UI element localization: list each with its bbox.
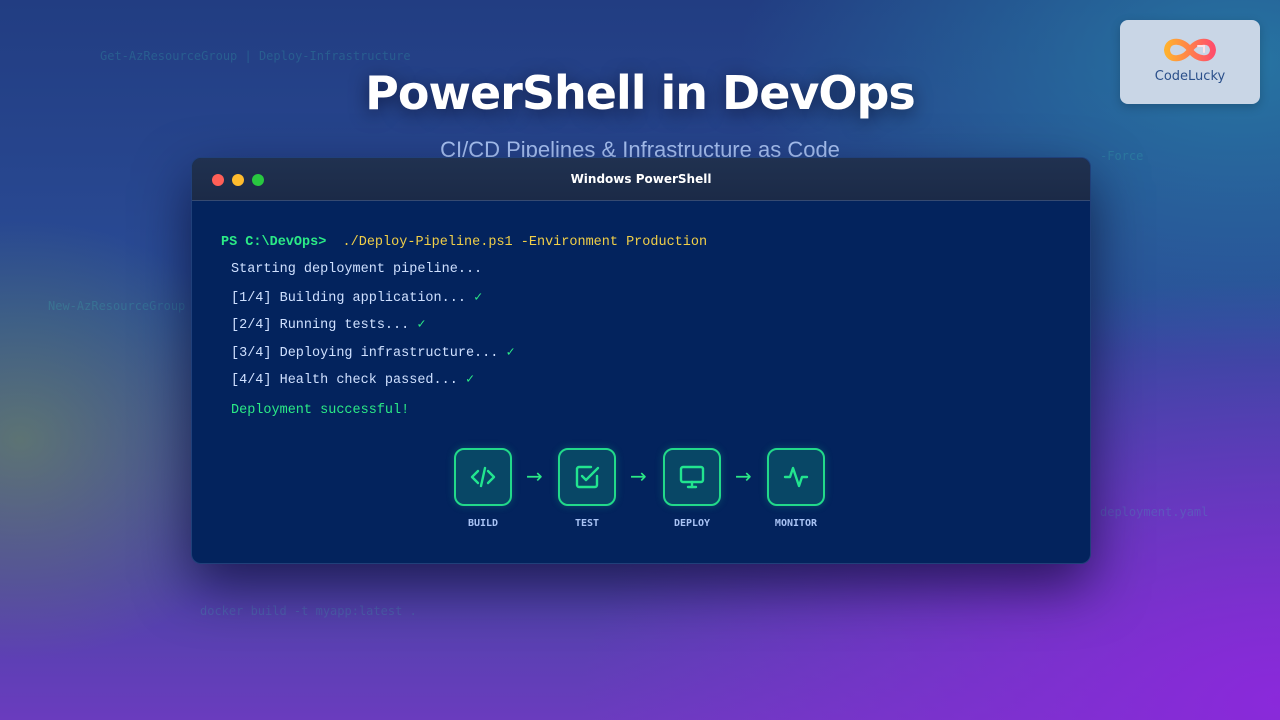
stage-monitor: [767, 448, 825, 506]
stage-label-build: BUILD: [467, 518, 499, 529]
powershell-window: Windows PowerShell PS C:\DevOps> ./Deplo…: [191, 157, 1091, 564]
output-text: [2/4] Running tests...: [231, 318, 410, 333]
shell-prompt: PS C:\DevOps>: [221, 235, 327, 250]
arrow-icon: →: [526, 464, 543, 488]
code-icon: [470, 466, 496, 488]
stage-deploy: [663, 448, 721, 506]
output-line: [2/4] Running tests... ✓: [231, 316, 425, 333]
background-code-snippet: New-AzResourceGroup: [48, 299, 186, 313]
logo: CodeLucky: [1120, 20, 1260, 104]
checkbox-icon: [575, 465, 600, 489]
background-code-snippet: Get-AzResourceGroup | Deploy-Infrastruct…: [100, 49, 411, 63]
output-text: [3/4] Deploying infrastructure...: [231, 346, 499, 361]
checkmark-icon: ✓: [465, 373, 475, 388]
monitor-icon: [679, 465, 705, 489]
background-code-snippet: deployment.yaml: [1100, 505, 1209, 519]
checkmark-icon: ✓: [506, 346, 515, 361]
stage-label-test: TEST: [574, 518, 600, 529]
output-line: [4/4] Health check passed... ✓: [231, 371, 474, 388]
command-line: PS C:\DevOps> ./Deploy-Pipeline.ps1 -Env…: [221, 235, 707, 250]
checkmark-icon: ✓: [417, 318, 426, 333]
infinity-logo-icon: [1163, 38, 1217, 62]
stage-test: [558, 448, 616, 506]
output-text: [4/4] Health check passed...: [231, 373, 458, 388]
output-line: [3/4] Deploying infrastructure... ✓: [231, 344, 515, 361]
checkmark-icon: ✓: [474, 291, 483, 306]
output-text: [1/4] Building application...: [231, 291, 466, 306]
stage-label-deploy: DEPLOY: [673, 518, 711, 529]
output-line: [1/4] Building application... ✓: [231, 289, 482, 306]
logo-text: CodeLucky: [1154, 69, 1226, 84]
window-titlebar: Windows PowerShell: [192, 158, 1090, 201]
arrow-icon: →: [630, 464, 647, 488]
window-title: Windows PowerShell: [570, 172, 712, 186]
output-line: Starting deployment pipeline...: [231, 262, 482, 277]
page-title: PowerShell in DevOps: [365, 66, 916, 120]
output-text: Starting deployment pipeline...: [231, 262, 483, 277]
arrow-icon: →: [735, 464, 752, 488]
success-message: Deployment successful!: [231, 403, 410, 418]
activity-icon: [783, 466, 809, 488]
command-text: ./Deploy-Pipeline.ps1 -Environment Produ…: [342, 235, 708, 250]
stage-build: [454, 448, 512, 506]
stage-label-monitor: MONITOR: [774, 518, 818, 529]
background-code-snippet: docker build -t myapp:latest .: [200, 604, 417, 618]
